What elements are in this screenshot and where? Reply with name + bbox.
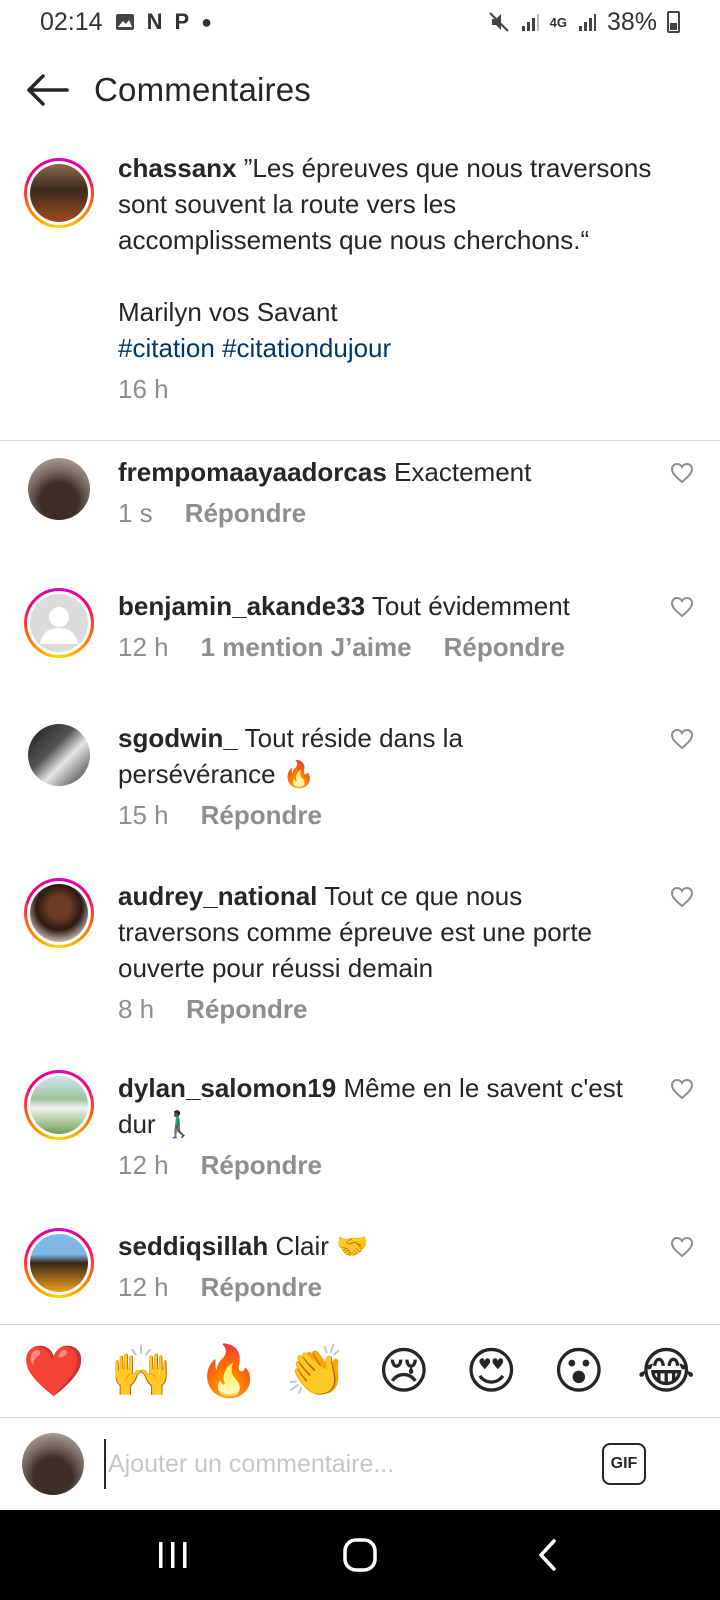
reply-button[interactable]: Répondre <box>444 632 565 663</box>
home-button[interactable] <box>320 1520 400 1590</box>
default-avatar-icon <box>40 607 78 644</box>
post-time: 16 h <box>118 374 169 404</box>
battery-level: 38% <box>606 7 657 36</box>
comment-username[interactable]: dylan_salomon19 <box>118 1073 336 1103</box>
n-icon: N <box>146 9 163 34</box>
comment: frempomaayaadorcas Exactement 1 s Répond… <box>0 454 720 529</box>
comment-composer: GIF <box>0 1418 720 1510</box>
avatar <box>22 1433 84 1495</box>
comment-input[interactable] <box>104 1439 584 1489</box>
heart-icon[interactable] <box>670 1078 694 1100</box>
comment-text: Clair 🤝 <box>275 1231 369 1261</box>
comment: seddiqsillah Clair 🤝 12 h Répondre <box>0 1228 720 1324</box>
heart-icon[interactable] <box>670 596 694 618</box>
signal-icon <box>521 14 539 31</box>
emoji-fire[interactable]: 🔥 <box>194 1341 264 1401</box>
post-author: Marilyn vos Savant <box>118 297 338 327</box>
comment-username[interactable]: sgodwin_ <box>118 723 238 753</box>
comment-time: 15 h <box>118 800 169 830</box>
battery-icon <box>667 11 680 33</box>
post-caption: chassanx ”Les épreuves que nous traverso… <box>0 150 720 405</box>
post-username[interactable]: chassanx <box>118 153 237 183</box>
emoji-heart-eyes[interactable]: 😍 <box>456 1341 526 1401</box>
heart-icon[interactable] <box>670 1236 694 1258</box>
emoji-raised-hands[interactable]: 🙌 <box>106 1341 176 1401</box>
header: Commentaires <box>0 44 720 136</box>
emoji-surprised[interactable]: 😮 <box>544 1341 614 1401</box>
comment-username[interactable]: seddiqsillah <box>118 1231 268 1261</box>
comment: audrey_national Tout ce que nous travers… <box>0 878 720 1025</box>
divider <box>0 440 720 441</box>
page-title: Commentaires <box>94 71 311 108</box>
reply-button[interactable]: Répondre <box>201 1150 322 1181</box>
avatar[interactable] <box>24 454 94 524</box>
arrow-left-icon <box>27 74 69 106</box>
home-icon <box>343 1538 377 1572</box>
comment-text: Exactement <box>394 457 532 487</box>
avatar[interactable] <box>24 1228 94 1298</box>
comment-time: 12 h <box>118 1150 169 1180</box>
comment-username[interactable]: audrey_national <box>118 881 317 911</box>
recents-button[interactable] <box>133 1520 213 1590</box>
heart-icon[interactable] <box>670 886 694 908</box>
comment-time: 1 s <box>118 498 153 528</box>
comment: dylan_salomon19 Même en le savent c'est … <box>0 1070 720 1181</box>
reply-button[interactable]: Répondre <box>201 800 322 831</box>
emoji-laughing[interactable]: 😂 <box>631 1341 701 1401</box>
reply-button[interactable]: Répondre <box>201 1272 322 1303</box>
heart-icon[interactable] <box>670 728 694 750</box>
reply-button[interactable]: Répondre <box>185 498 306 529</box>
avatar[interactable] <box>24 588 94 658</box>
avatar[interactable] <box>24 720 94 790</box>
recents-icon <box>159 1542 187 1568</box>
comment-time: 12 h <box>118 1272 169 1302</box>
comment: benjamin_akande33 Tout évidemment 12 h 1… <box>0 588 720 663</box>
back-nav-button[interactable] <box>507 1520 587 1590</box>
back-chevron-icon <box>538 1539 556 1571</box>
post-hashtags[interactable]: #citation #citationdujour <box>118 330 670 366</box>
back-button[interactable] <box>2 44 92 136</box>
comment-time: 12 h <box>118 632 169 662</box>
avatar[interactable] <box>24 158 94 228</box>
image-icon <box>115 14 134 30</box>
status-time: 02:14 <box>40 7 103 36</box>
avatar[interactable] <box>24 1070 94 1140</box>
mute-icon <box>488 12 509 32</box>
status-bar: 02:14 N P ● 4G 38% <box>0 0 720 44</box>
p-icon: P <box>174 9 190 34</box>
comment-text: Tout évidemment <box>371 591 570 621</box>
emoji-bar: ❤️ 🙌 🔥 👏 😢 😍 😮 😂 <box>0 1324 720 1418</box>
reply-button[interactable]: Répondre <box>186 994 307 1025</box>
avatar[interactable] <box>24 878 94 948</box>
comment: sgodwin_ Tout réside dans la persévéranc… <box>0 720 720 831</box>
comment-time: 8 h <box>118 994 155 1024</box>
emoji-heart[interactable]: ❤️ <box>19 1341 89 1401</box>
signal-icon-2 <box>578 14 596 31</box>
emoji-clap[interactable]: 👏 <box>281 1341 351 1401</box>
dot-icon: ● <box>201 11 213 32</box>
comment-username[interactable]: benjamin_akande33 <box>118 591 365 621</box>
comment-username[interactable]: frempomaayaadorcas <box>118 457 387 487</box>
heart-icon[interactable] <box>670 462 694 484</box>
navigation-bar <box>0 1510 720 1600</box>
likes-count[interactable]: 1 mention J’aime <box>201 632 412 663</box>
network-type: 4G <box>549 14 567 30</box>
gif-button[interactable]: GIF <box>602 1443 646 1485</box>
emoji-crying[interactable]: 😢 <box>369 1341 439 1401</box>
